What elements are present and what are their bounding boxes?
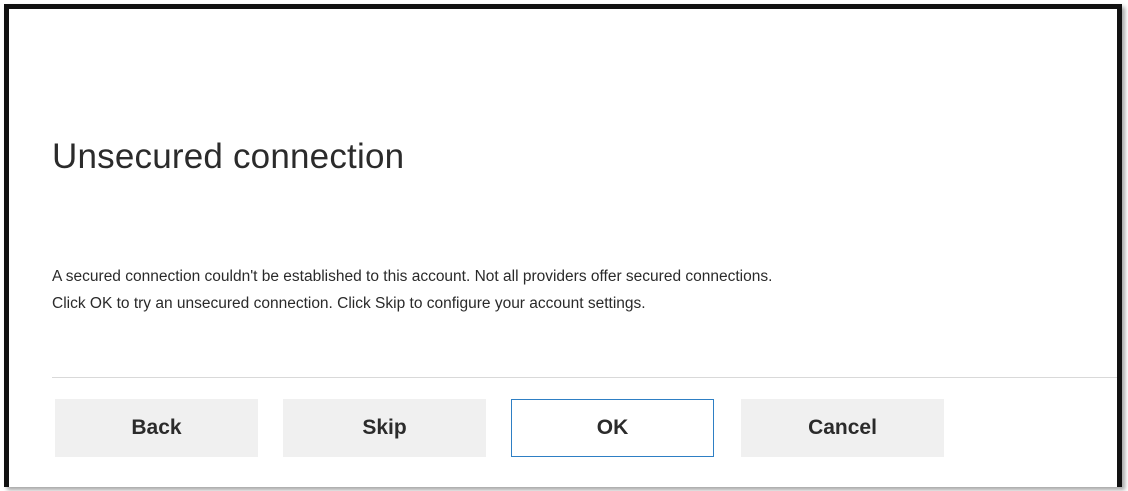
unsecured-connection-dialog: Unsecured connection A secured connectio… — [4, 4, 1122, 487]
dialog-message: A secured connection couldn't be establi… — [52, 263, 1112, 317]
cancel-button[interactable]: Cancel — [741, 399, 944, 457]
dialog-message-line-1: A secured connection couldn't be establi… — [52, 268, 773, 285]
skip-button[interactable]: Skip — [283, 399, 486, 457]
dialog-message-line-2: Click OK to try an unsecured connection.… — [52, 295, 646, 312]
button-divider — [52, 377, 1117, 378]
back-button[interactable]: Back — [55, 399, 258, 457]
dialog-title: Unsecured connection — [52, 137, 405, 176]
ok-button[interactable]: OK — [511, 399, 714, 457]
